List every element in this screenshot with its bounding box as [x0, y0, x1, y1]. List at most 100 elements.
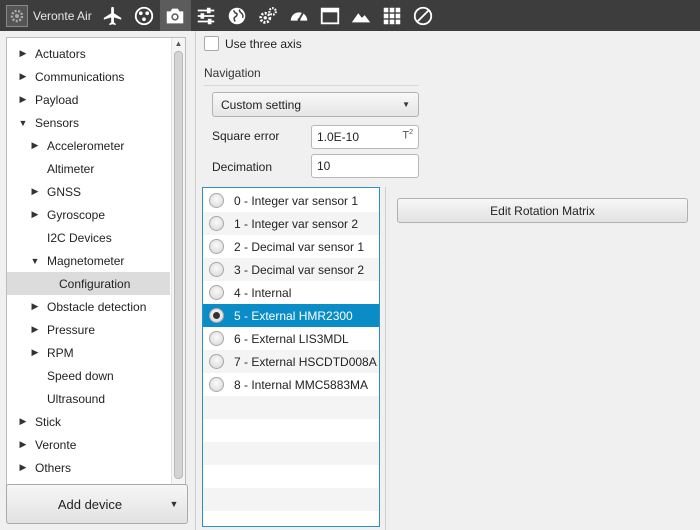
mountain-icon[interactable] — [346, 0, 377, 31]
radio-button[interactable] — [209, 285, 224, 300]
radio-selected[interactable] — [209, 308, 224, 323]
tree-item-label: Magnetometer — [47, 253, 125, 268]
tree-item[interactable]: I2C Devices — [7, 226, 170, 249]
list-item-label: 7 - External HSCDTD008A — [234, 354, 377, 369]
tree-item[interactable]: ▶ Veronte — [7, 433, 170, 456]
square-error-label: Square error — [212, 129, 280, 143]
scroll-thumb[interactable] — [174, 51, 183, 479]
list-item[interactable]: 4 - Internal — [203, 281, 379, 304]
radio-button[interactable] — [209, 377, 224, 392]
sliders-icon[interactable] — [191, 0, 222, 31]
grid-icon[interactable] — [377, 0, 408, 31]
tree-item-label: Obstacle detection — [47, 299, 147, 314]
tree-item[interactable]: ▶ Others — [7, 456, 170, 479]
add-device-button[interactable]: Add device ▼ — [6, 484, 188, 524]
use-three-axis-row[interactable]: Use three axis — [204, 36, 302, 51]
use-three-axis-checkbox[interactable] — [204, 36, 219, 51]
tree-item[interactable]: ▶ RPM — [7, 341, 170, 364]
app-brand: Veronte Air — [0, 0, 98, 31]
tree-item[interactable]: Configuration — [7, 272, 170, 295]
tree-item[interactable]: ▼ Magnetometer — [7, 249, 170, 272]
add-device-label: Add device — [57, 496, 123, 512]
list-empty-row — [203, 396, 379, 419]
tree-item-label: Accelerometer — [47, 138, 125, 153]
tree-item[interactable]: ▼ Sensors — [7, 111, 170, 134]
list-empty-row — [203, 442, 379, 465]
airplane-icon[interactable] — [98, 0, 129, 31]
tree-item[interactable]: ▶ GNSS — [7, 180, 170, 203]
tree-item-label: Speed down — [47, 368, 114, 383]
tree-item-label: Payload — [35, 92, 79, 107]
chevron-right-icon[interactable]: ▶ — [17, 48, 29, 59]
list-item-label: 0 - Integer var sensor 1 — [234, 193, 359, 208]
tree-item[interactable]: ▶ Payload — [7, 88, 170, 111]
chevron-right-icon[interactable]: ▶ — [17, 71, 29, 82]
chevron-right-icon[interactable]: ▶ — [17, 416, 29, 427]
list-item[interactable]: 1 - Integer var sensor 2 — [203, 212, 379, 235]
tree-item-label: Stick — [35, 414, 62, 429]
list-item-label: 3 - Decimal var sensor 2 — [234, 262, 365, 277]
list-item[interactable]: 8 - Internal MMC5883MA — [203, 373, 379, 396]
tree-item[interactable]: ▶ Gyroscope — [7, 203, 170, 226]
list-item[interactable]: 0 - Integer var sensor 1 — [203, 189, 379, 212]
edit-rotation-matrix-button[interactable]: Edit Rotation Matrix — [397, 198, 688, 223]
square-error-input[interactable]: 1.0E-10 T2 — [311, 125, 419, 149]
navigation-select[interactable]: Custom setting ▼ — [212, 92, 419, 117]
tree-item[interactable]: ▶ Accelerometer — [7, 134, 170, 157]
dropdown-caret-icon[interactable]: ▼ — [161, 499, 187, 509]
pane-divider[interactable] — [385, 187, 386, 530]
tree-item-label: Gyroscope — [47, 207, 106, 222]
tree-item[interactable]: ▶ Communications — [7, 65, 170, 88]
drone-icon[interactable] — [129, 0, 160, 31]
radio-button[interactable] — [209, 354, 224, 369]
tree-item[interactable]: ▶ Pressure — [7, 318, 170, 341]
list-item-label: 5 - External HMR2300 — [234, 308, 353, 323]
radio-button[interactable] — [209, 262, 224, 277]
top-toolbar: Veronte Air — [0, 0, 700, 31]
dashboard-gauge-icon[interactable] — [284, 0, 315, 31]
use-three-axis-label: Use three axis — [225, 36, 302, 51]
tree-item[interactable]: Altimeter — [7, 157, 170, 180]
radio-button[interactable] — [209, 331, 224, 346]
chevron-right-icon[interactable]: ▶ — [17, 94, 29, 105]
tree-item[interactable]: ▶ Obstacle detection — [7, 295, 170, 318]
tree-item-label: Actuators — [35, 46, 86, 61]
tree-scrollbar[interactable]: ▲ ▼ — [171, 38, 185, 506]
list-item[interactable]: 5 - External HMR2300 — [203, 304, 379, 327]
radio-button[interactable] — [209, 239, 224, 254]
chevron-right-icon[interactable]: ▶ — [29, 301, 41, 312]
chevron-down-icon[interactable]: ▼ — [17, 118, 29, 128]
chevron-right-icon[interactable]: ▶ — [29, 186, 41, 197]
radio-button[interactable] — [209, 216, 224, 231]
chevron-right-icon[interactable]: ▶ — [29, 209, 41, 220]
scroll-up-icon[interactable]: ▲ — [172, 38, 185, 50]
tree-item[interactable]: ▶ Actuators — [7, 42, 170, 65]
chevron-right-icon[interactable]: ▶ — [17, 439, 29, 450]
chevron-right-icon[interactable]: ▶ — [29, 324, 41, 335]
chevron-right-icon[interactable]: ▶ — [17, 462, 29, 473]
globe-icon[interactable] — [222, 0, 253, 31]
decimation-input[interactable]: 10 — [311, 154, 419, 178]
tree-item[interactable]: Ultrasound — [7, 387, 170, 410]
configuration-panel: Use three axis Navigation Custom setting… — [197, 31, 700, 530]
camera-icon[interactable] — [159, 0, 191, 31]
disabled-icon[interactable] — [408, 0, 439, 31]
gear-logo-icon — [6, 4, 28, 27]
chevron-down-icon[interactable]: ▼ — [29, 256, 41, 266]
navigation-select-value: Custom setting — [221, 97, 302, 112]
chevron-down-icon: ▼ — [402, 100, 410, 109]
list-item-label: 6 - External LIS3MDL — [234, 331, 349, 346]
chevron-right-icon[interactable]: ▶ — [29, 140, 41, 151]
tree-item[interactable]: ▶ Stick — [7, 410, 170, 433]
list-item[interactable]: 3 - Decimal var sensor 2 — [203, 258, 379, 281]
window-icon[interactable] — [315, 0, 346, 31]
tree-item[interactable]: Speed down — [7, 364, 170, 387]
chevron-right-icon[interactable]: ▶ — [29, 347, 41, 358]
gears-icon[interactable] — [253, 0, 284, 31]
list-item[interactable]: 6 - External LIS3MDL — [203, 327, 379, 350]
decimation-value: 10 — [317, 159, 331, 173]
square-error-value: 1.0E-10 — [317, 130, 360, 144]
list-item[interactable]: 7 - External HSCDTD008A — [203, 350, 379, 373]
radio-button[interactable] — [209, 193, 224, 208]
list-item[interactable]: 2 - Decimal var sensor 1 — [203, 235, 379, 258]
